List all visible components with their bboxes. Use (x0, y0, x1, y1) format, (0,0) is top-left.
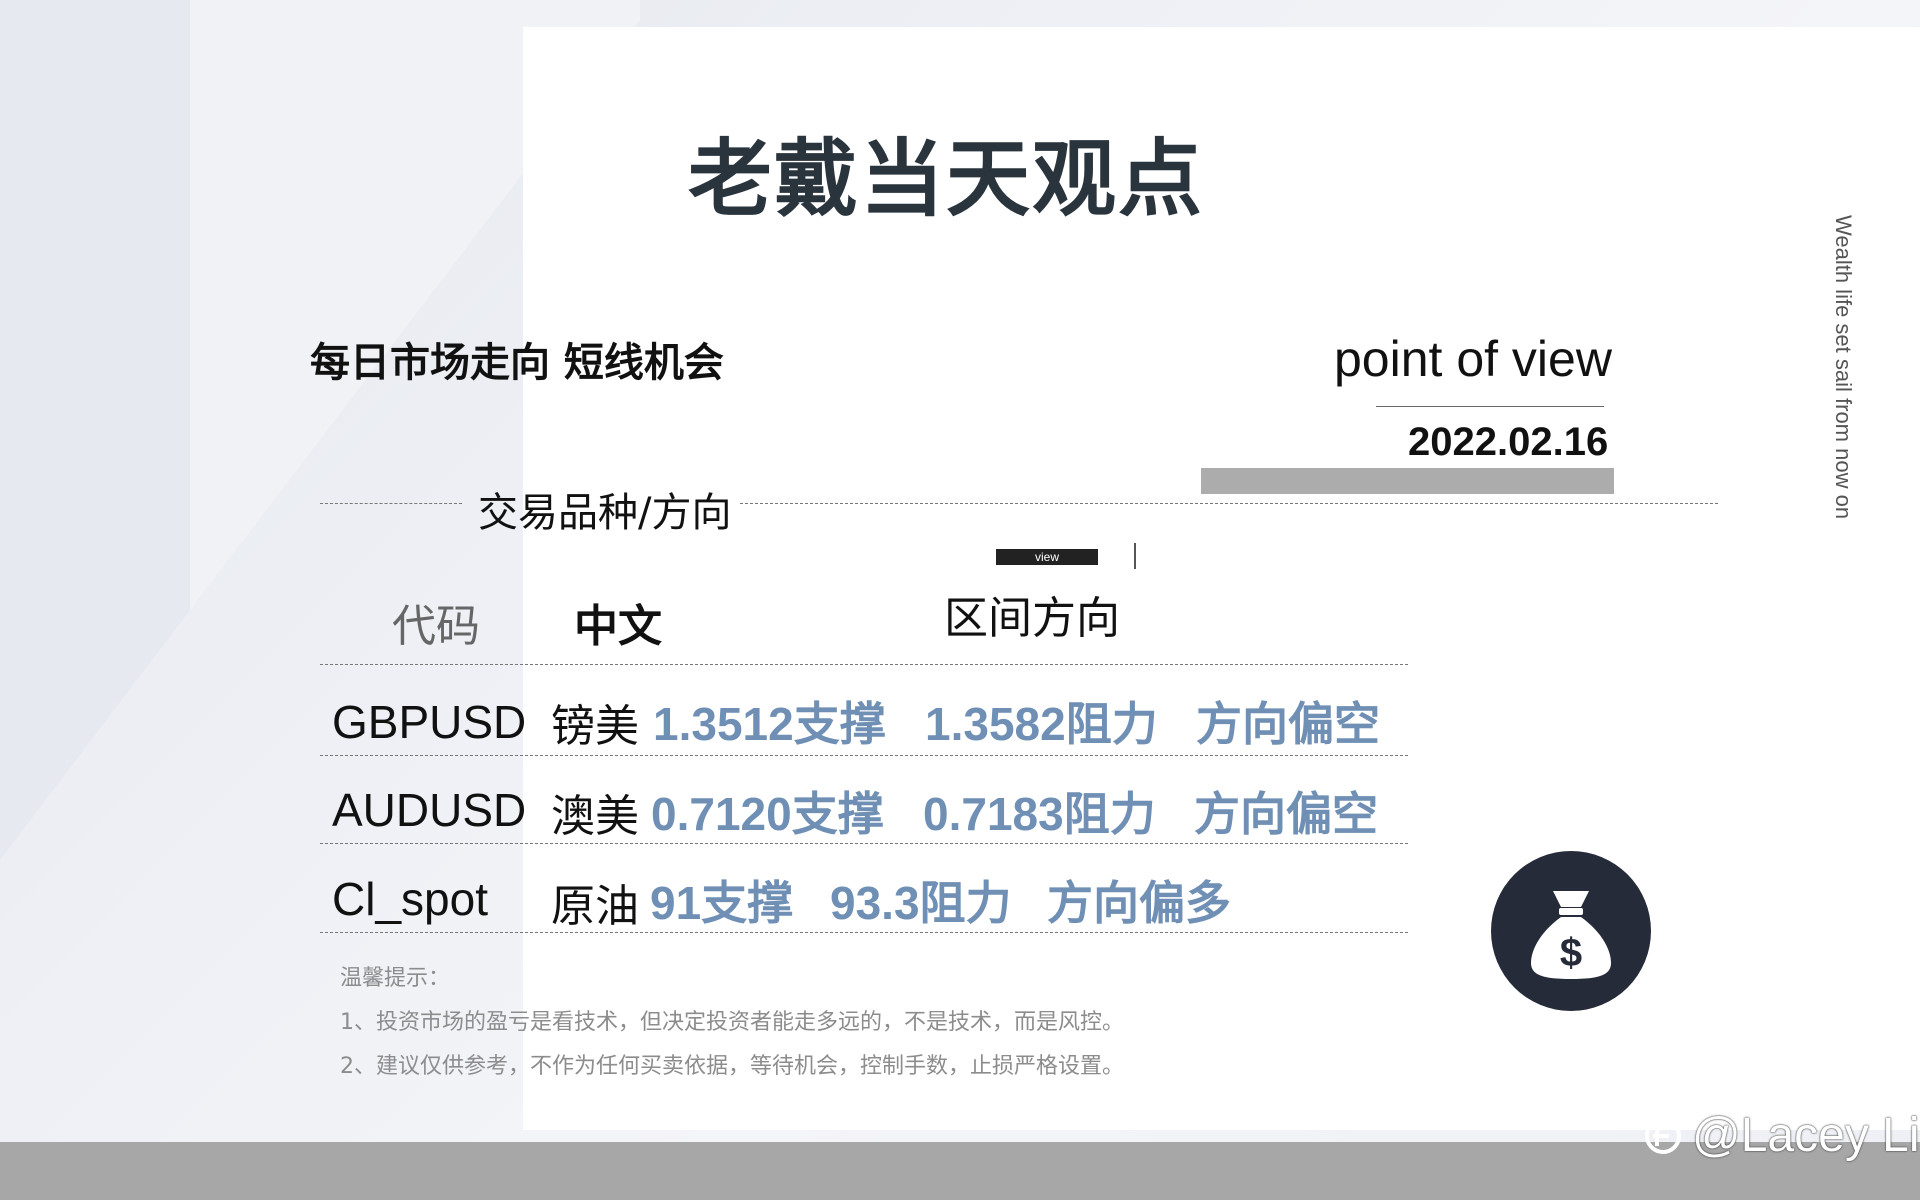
decorative-bar (1201, 468, 1614, 494)
page-title: 老戴当天观点 (688, 130, 1205, 228)
row-code: AUDUSD (332, 784, 527, 836)
row-code: GBPUSD (332, 696, 527, 748)
column-header-chinese: 中文 (574, 601, 662, 652)
table-rule (320, 843, 1408, 844)
column-header-code: 代码 (392, 601, 480, 652)
date-label: 2022.02.16 (1408, 420, 1609, 464)
tips-heading: 温馨提示： (340, 966, 451, 991)
resistance-value: 0.7183阻力 (923, 788, 1156, 840)
support-value: 91支撑 (650, 877, 794, 929)
row-name: 澳美 (551, 791, 639, 842)
table-rule (320, 755, 1408, 756)
bottom-band (0, 1142, 1920, 1200)
table-rule (320, 932, 1408, 933)
vertical-slogan: Wealth life set sail from now on (1831, 215, 1856, 520)
subtitle: 每日市场走向 短线机会 (310, 340, 724, 386)
watermark-logo-icon (1645, 1118, 1681, 1154)
resistance-value: 93.3阻力 (830, 877, 1012, 929)
divider (1376, 406, 1604, 407)
direction-value: 方向偏空 (1196, 698, 1380, 750)
support-value: 0.7120支撑 (651, 788, 884, 840)
row-name: 镑美 (551, 701, 639, 752)
point-of-view-label: point of view (1334, 331, 1612, 387)
section-rule-right (740, 503, 1718, 504)
tips-line: 2、建议仅供参考，不作为任何买卖依据，等待机会，控制手数，止损严格设置。 (340, 1054, 1124, 1079)
row-name: 原油 (551, 881, 639, 932)
row-code: Cl_spot (332, 873, 488, 925)
view-tag: view (996, 549, 1098, 565)
money-bag-badge: $ (1491, 851, 1651, 1011)
direction-value: 方向偏空 (1194, 788, 1378, 840)
money-bag-icon: $ (1531, 891, 1611, 979)
section-label: 交易品种/方向 (478, 490, 732, 536)
divider (1134, 543, 1136, 569)
column-header-range: 区间方向 (944, 593, 1120, 644)
table-rule (320, 664, 1408, 665)
tips-line: 1、投资市场的盈亏是看技术，但决定投资者能走多远的，不是技术，而是风控。 (340, 1010, 1124, 1035)
svg-text:$: $ (1560, 931, 1582, 975)
direction-value: 方向偏多 (1047, 877, 1231, 929)
support-value: 1.3512支撑 (653, 698, 886, 750)
section-rule-left (320, 503, 462, 504)
watermark: @Lacey Li (1692, 1109, 1920, 1162)
resistance-value: 1.3582阻力 (925, 698, 1158, 750)
